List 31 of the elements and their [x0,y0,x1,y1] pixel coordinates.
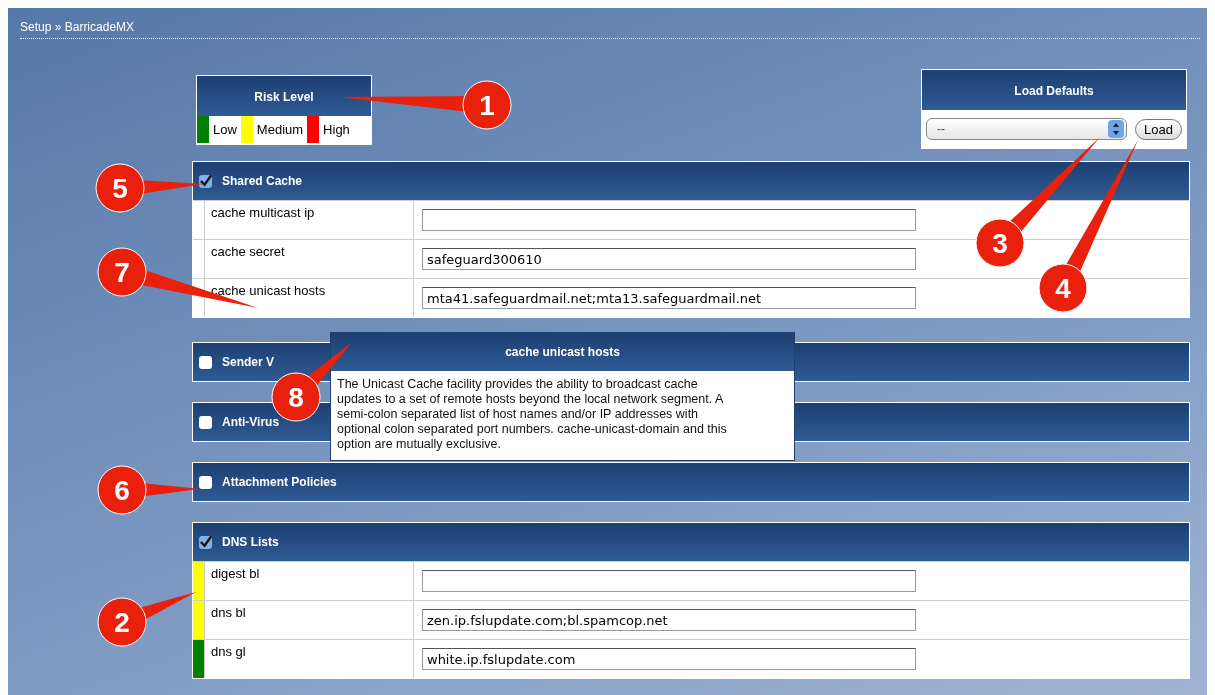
setting-label: dns gl [205,640,414,678]
defaults-dropdown[interactable]: -- [926,118,1128,140]
setting-label: cache secret [205,240,414,278]
section-checkbox[interactable] [199,355,212,369]
section-title: Shared Cache [222,174,303,188]
section-title: Sender V [222,355,275,369]
section-checkbox[interactable] [199,475,212,489]
section-checkbox[interactable] [199,535,212,549]
risk-label: Low [212,122,238,137]
section-checkbox[interactable] [199,415,212,429]
setting-input[interactable] [422,209,916,231]
risk-label: Medium [255,122,305,137]
setting-input[interactable] [422,570,916,592]
setting-input[interactable]: white.ip.fslupdate.com [422,648,916,670]
section-title: Attachment Policies [222,475,337,489]
section-title: Anti-Virus [222,415,280,429]
section-checkbox[interactable] [199,174,212,188]
stepper-icon [1108,120,1125,138]
setting-label: digest bl [205,562,414,600]
setting-input[interactable]: safeguard300610 [422,248,916,270]
setting-label: cache multicast ip [205,201,414,239]
tooltip-title: cache unicast hosts [331,333,794,371]
breadcrumb: Setup » BarricadeMX [20,20,1200,39]
load-button[interactable]: Load [1135,118,1182,140]
legend-title: Risk Level [197,76,371,116]
tooltip-text: The Unicast Cache facility provides the ability to broadcast cache updates to a set of remote hosts beyond the local network segment. A semi-colon separated list of host names and/or IP addresses with optional colon separated port numbers. cache-unicast-domain and this option are mutually exclusive. [336,376,728,453]
setting-input[interactable]: zen.ip.fslupdate.com;bl.spamcop.net [422,609,916,631]
setting-input[interactable]: mta41.safeguardmail.net;mta13.safeguardmail.net [422,287,916,309]
section-title: DNS Lists [222,535,279,549]
panel-title: Load Defaults [922,70,1186,110]
setting-label: dns bl [205,601,414,639]
